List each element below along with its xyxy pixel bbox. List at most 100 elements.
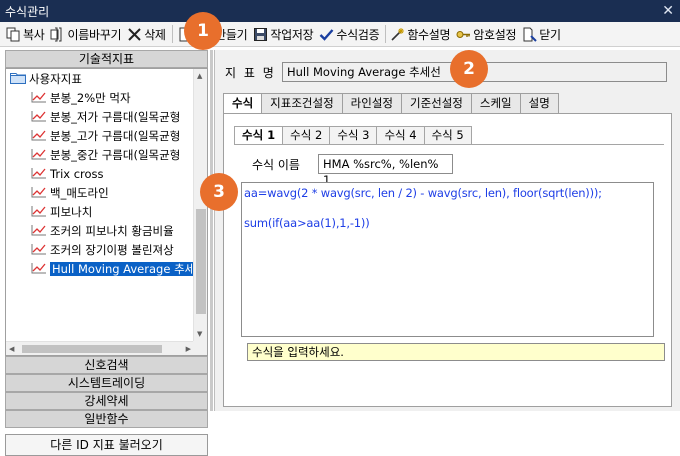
- function-help-icon: [390, 27, 405, 42]
- formula-line: [244, 201, 651, 216]
- verify-formula-button-label: 수식검증: [336, 27, 380, 42]
- tree-item-label: 조커의 장기이평 볼린져상: [50, 243, 174, 257]
- copy-button-label: 복사: [23, 27, 45, 42]
- tree-item[interactable]: Trix cross: [31, 166, 104, 182]
- toolbar-separator: [171, 25, 173, 43]
- tab-line-settings[interactable]: 라인설정: [341, 93, 402, 113]
- toolbar-separator: [385, 25, 387, 43]
- tree-item[interactable]: 분봉_저가 구름대(일목균형: [31, 109, 180, 125]
- window-close-icon[interactable]: ✕: [662, 4, 674, 18]
- tree-item-label: Hull Moving Average 추세선: [50, 262, 194, 276]
- rename-button[interactable]: 이름바꾸기: [48, 24, 125, 45]
- scroll-right-icon[interactable]: ▶: [186, 345, 191, 353]
- scroll-up-icon[interactable]: ▲: [197, 72, 202, 80]
- function-help-button-label: 함수설명: [407, 27, 451, 42]
- indicator-tree-content: 사용자지표 분봉_2%만 먹자 분봉_저가 구름대(일목균형 분봉_고가 구름대…: [6, 69, 194, 341]
- section-list: 신호검색 시스템트레이딩 강세약세 일반함수: [5, 356, 208, 428]
- panel-splitter[interactable]: [210, 50, 213, 411]
- tree-item-label: 분봉_저가 구름대(일목균형: [50, 110, 181, 124]
- check-icon: [319, 27, 334, 42]
- tree-horizontal-scrollbar[interactable]: ◀ ▶: [6, 341, 194, 355]
- load-other-id-button[interactable]: 다른 ID 지표 불러오기: [5, 434, 208, 456]
- save-work-button-label: 작업저장: [270, 27, 314, 42]
- tab-scale[interactable]: 스케일: [470, 93, 521, 113]
- close-button-label: 닫기: [539, 27, 561, 42]
- copy-button[interactable]: 복사: [4, 24, 48, 45]
- folder-icon: [10, 72, 26, 84]
- formula-line: sum(if(aa>aa(1),1,-1)): [244, 216, 370, 230]
- password-button[interactable]: 암호설정: [454, 24, 520, 45]
- annotation-badge-2: 2: [450, 50, 488, 88]
- subtab-divider: [234, 144, 664, 145]
- tab-formula-4[interactable]: 수식 4: [376, 126, 425, 144]
- delete-icon: [127, 27, 142, 42]
- tab-formula-1[interactable]: 수식 1: [234, 126, 284, 144]
- tree-item[interactable]: 조커의 피보나치 황금비율: [31, 223, 174, 239]
- tab-formula-2[interactable]: 수식 2: [282, 126, 331, 144]
- indicator-chart-icon: [31, 91, 47, 103]
- tree-item-label: 조커의 피보나치 황금비율: [50, 224, 174, 238]
- tree-folder-user-indicators[interactable]: 사용자지표: [10, 71, 82, 87]
- tab-indicator-conditions[interactable]: 지표조건설정: [261, 93, 343, 113]
- rename-icon: [50, 27, 65, 42]
- tree-item-label: 분봉_2%만 먹자: [50, 91, 131, 105]
- scroll-left-icon[interactable]: ◀: [9, 345, 14, 353]
- tree-item-label: 피보나치: [50, 205, 93, 219]
- formula-name-label: 수식 이름: [252, 158, 300, 172]
- window-titlebar: 수식관리 ✕: [0, 0, 680, 22]
- delete-button-label: 삭제: [144, 27, 166, 42]
- indicator-chart-icon: [31, 243, 47, 255]
- delete-button[interactable]: 삭제: [125, 24, 169, 45]
- tree-item[interactable]: 분봉_고가 구름대(일목균형: [31, 128, 180, 144]
- tab-baseline-settings[interactable]: 기준선설정: [400, 93, 472, 113]
- tree-item-label: 백_매도라인: [50, 186, 109, 200]
- section-header-signal-search[interactable]: 신호검색: [5, 356, 208, 374]
- tree-item-label: 분봉_중간 구름대(일목균형: [50, 148, 181, 162]
- copy-icon: [6, 27, 21, 42]
- annotation-badge-3: 3: [200, 173, 238, 211]
- indicator-chart-icon: [31, 205, 47, 217]
- indicator-chart-icon: [31, 129, 47, 141]
- tree-item[interactable]: 피보나치: [31, 204, 92, 220]
- scrollbar-corner: [193, 341, 207, 355]
- formula-editor-panel: 지 표 명 Hull Moving Average 추세선 수식 지표조건설정 …: [214, 50, 680, 411]
- indicator-navigator: 기술적지표 사용자지표 분봉_2%만 먹자 분봉_저가 구름대(일목균형 분봉_…: [5, 50, 208, 456]
- indicator-name-label: 지 표 명: [225, 66, 276, 80]
- section-header-technical-indicators[interactable]: 기술적지표: [5, 50, 208, 68]
- close-button[interactable]: 닫기: [520, 24, 564, 45]
- formula-line: aa=wavg(2 * wavg(src, len / 2) - wavg(sr…: [244, 186, 602, 200]
- tree-item[interactable]: 분봉_중간 구름대(일목균형: [31, 147, 180, 163]
- password-button-label: 암호설정: [473, 27, 517, 42]
- tab-formula-5[interactable]: 수식 5: [423, 126, 472, 144]
- formula-name-input[interactable]: HMA %src%, %len% 1: [318, 154, 453, 187]
- tree-item[interactable]: 분봉_2%만 먹자: [31, 90, 131, 106]
- tree-item-label: 분봉_고가 구름대(일목균형: [50, 129, 181, 143]
- tree-item-selected[interactable]: Hull Moving Average 추세선: [31, 261, 194, 277]
- indicator-chart-icon: [31, 167, 47, 179]
- tree-item[interactable]: 백_매도라인: [31, 185, 109, 201]
- scroll-down-icon[interactable]: ▼: [197, 330, 202, 338]
- tree-item-label: Trix cross: [50, 167, 104, 181]
- tab-formula[interactable]: 수식: [223, 93, 263, 114]
- section-header-system-trading[interactable]: 시스템트레이딩: [5, 374, 208, 392]
- toolbar: 복사 이름바꾸기 삭제 새로만들기 작업저장 수식검증 함수설명: [0, 22, 680, 47]
- tab-formula-3[interactable]: 수식 3: [329, 126, 378, 144]
- function-help-button[interactable]: 함수설명: [388, 24, 454, 45]
- formula-tab-panel: 수식 1 수식 2 수식 3 수식 4 수식 5 수식 이름 HMA %src%…: [223, 113, 672, 407]
- section-header-general-functions[interactable]: 일반함수: [5, 410, 208, 428]
- verify-formula-button[interactable]: 수식검증: [317, 24, 383, 45]
- section-header-strength-weakness[interactable]: 강세약세: [5, 392, 208, 410]
- formula-subtabs: 수식 1 수식 2 수식 3 수식 4 수식 5: [234, 126, 472, 144]
- key-icon: [456, 27, 471, 42]
- formula-editor[interactable]: aa=wavg(2 * wavg(src, len / 2) - wavg(sr…: [241, 182, 654, 337]
- close-document-icon: [522, 27, 537, 42]
- tab-description[interactable]: 설명: [519, 93, 559, 113]
- tree-item[interactable]: 조커의 장기이평 볼린져상: [31, 242, 174, 258]
- horizontal-scroll-thumb[interactable]: [22, 345, 162, 353]
- save-work-button[interactable]: 작업저장: [251, 24, 317, 45]
- rename-button-label: 이름바꾸기: [67, 27, 122, 42]
- indicator-chart-icon: [31, 262, 47, 274]
- indicator-chart-icon: [31, 110, 47, 122]
- vertical-scroll-thumb[interactable]: [196, 209, 206, 314]
- save-icon: [253, 27, 268, 42]
